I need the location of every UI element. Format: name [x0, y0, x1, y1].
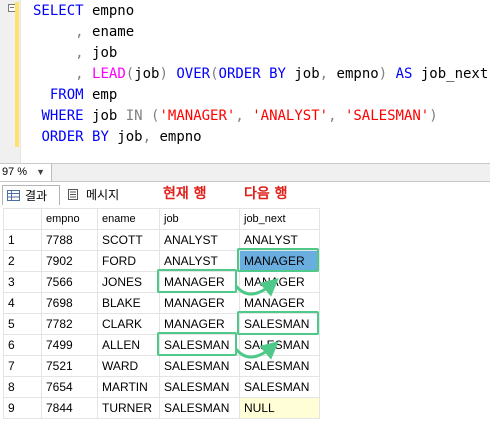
- code-token: empno: [151, 129, 202, 145]
- code-token: 'MANAGER': [159, 108, 236, 124]
- message-icon: [68, 189, 78, 200]
- code-token: WHERE: [41, 108, 84, 124]
- annotation-arrows: [234, 278, 279, 360]
- code-token: ,: [75, 24, 84, 40]
- code-token: ): [378, 66, 388, 82]
- code-line[interactable]: SELECT empno: [33, 1, 488, 22]
- results-grid[interactable]: empno ename job job_next 1 7788 SCOTT ANALY…: [0, 208, 490, 423]
- editor-gutter: −: [0, 0, 21, 163]
- code-token: (: [210, 66, 219, 82]
- code-token: ORDER BY: [41, 129, 109, 145]
- code-token: ,: [328, 108, 337, 124]
- code-token: job: [134, 66, 160, 82]
- code-token: job_next: [412, 66, 489, 82]
- code-token: job: [108, 129, 143, 145]
- code-token: empno: [83, 3, 135, 19]
- code-token: OVER: [176, 66, 211, 82]
- code-token: IN: [125, 108, 143, 124]
- code-token: ): [429, 108, 438, 124]
- code-token: empno: [328, 66, 379, 82]
- code-line[interactable]: FROM emp: [33, 85, 488, 106]
- code-token: ,: [75, 66, 84, 82]
- chevron-down-icon: ▼: [36, 167, 45, 177]
- code-line[interactable]: , job: [33, 43, 488, 64]
- zoom-select[interactable]: 97 % ▼: [0, 164, 52, 181]
- code-token: ,: [142, 129, 152, 145]
- code-line[interactable]: , LEAD(job) OVER(ORDER BY job, empno) AS…: [33, 64, 488, 85]
- arrow-icon: [234, 341, 279, 360]
- tab-messages[interactable]: 메시지: [64, 185, 130, 205]
- code-token: job: [285, 66, 320, 82]
- code-token: ,: [319, 66, 329, 82]
- code-token: FROM: [49, 87, 84, 103]
- tab-results-label: 결과: [25, 189, 48, 203]
- annotation-current-row: 현재 행: [163, 186, 207, 202]
- code-token: job: [83, 45, 118, 61]
- code-token: ename: [83, 24, 135, 40]
- code-token: emp: [83, 87, 118, 103]
- code-token: ,: [75, 45, 84, 61]
- sql-code[interactable]: SELECT empno , ename , job , LEAD(job) O…: [33, 1, 488, 148]
- code-token: job: [83, 108, 126, 124]
- annotation-next-row: 다음 행: [244, 186, 288, 202]
- tab-messages-label: 메시지: [86, 188, 120, 202]
- code-line[interactable]: , ename: [33, 22, 488, 43]
- tab-results[interactable]: 결과: [2, 185, 60, 205]
- code-line[interactable]: WHERE job IN ('MANAGER', 'ANALYST', 'SAL…: [33, 106, 488, 127]
- zoom-bar: 97 % ▼: [0, 163, 490, 182]
- code-token: 'ANALYST': [252, 108, 329, 124]
- code-token: AS: [395, 66, 413, 82]
- code-token: SELECT: [33, 3, 84, 19]
- arrow-icon: [234, 278, 279, 297]
- code-token: ,: [235, 108, 244, 124]
- code-token: LEAD: [92, 66, 126, 82]
- zoom-value: 97 %: [2, 166, 28, 178]
- code-token: ): [159, 66, 168, 82]
- code-line[interactable]: ORDER BY job, empno: [33, 127, 488, 148]
- code-token: ORDER BY: [218, 66, 286, 82]
- sql-editor[interactable]: − SELECT empno , ename , job , LEAD(job)…: [0, 0, 490, 163]
- code-token: (: [125, 66, 135, 82]
- grid-icon: [7, 190, 20, 201]
- change-marker: [15, 2, 19, 147]
- code-token: 'SALESMAN': [344, 108, 430, 124]
